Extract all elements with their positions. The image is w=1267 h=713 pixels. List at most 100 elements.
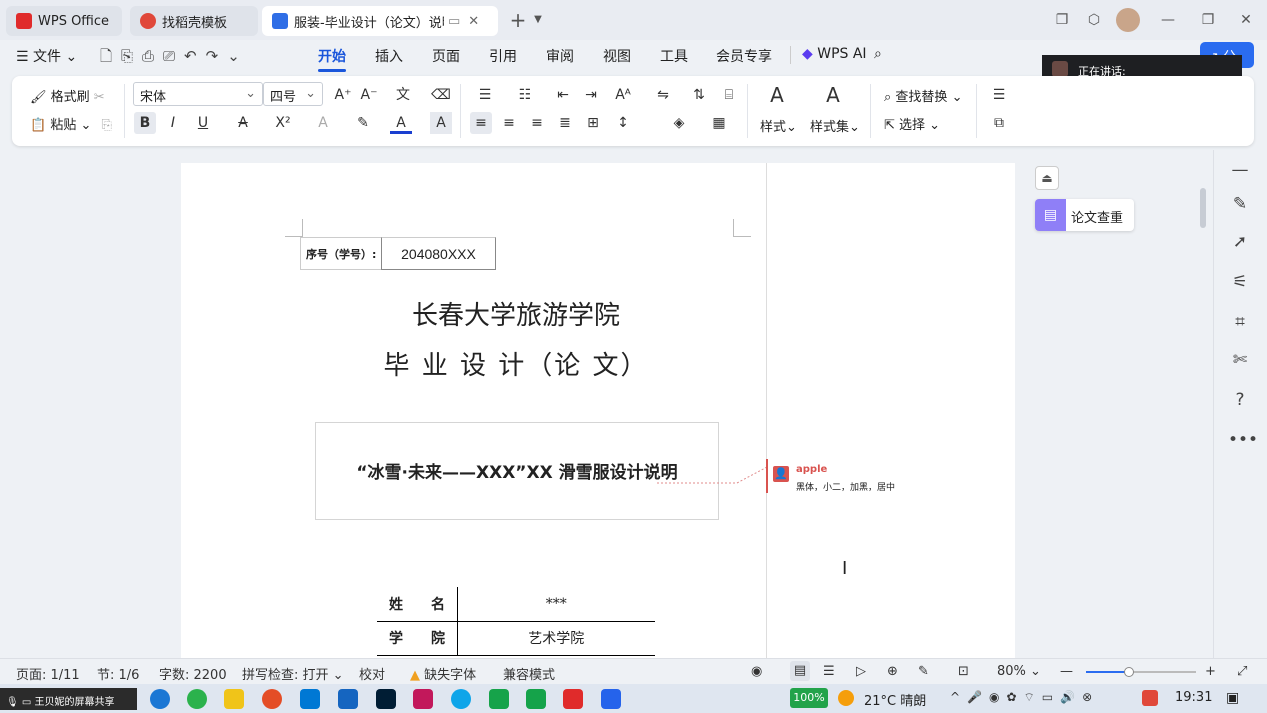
strikethrough-icon[interactable]: A (232, 112, 254, 134)
menu-tools[interactable]: 工具 (660, 46, 688, 66)
tab-template[interactable]: 找稻壳模板 (130, 6, 258, 36)
wechat-icon[interactable] (187, 689, 207, 709)
section-indicator[interactable]: 节: 1/6 (97, 664, 139, 683)
paragraph-settings-icon[interactable]: ☰ (988, 84, 1010, 106)
missing-font-button[interactable]: ▲ 缺失字体 (410, 664, 476, 683)
font-color-icon[interactable]: A (390, 112, 412, 134)
menu-review[interactable]: 审阅 (546, 46, 574, 66)
menu-page[interactable]: 页面 (432, 46, 460, 66)
store-icon[interactable] (300, 689, 320, 709)
serial-value[interactable]: 204080XXX (381, 237, 496, 270)
spell-check[interactable]: 拼写检查: 打开 ⌄ (242, 664, 344, 683)
image-edit-icon[interactable]: ⌗ (1228, 310, 1252, 334)
close-tab-icon[interactable]: ✕ (468, 14, 479, 29)
text-direction-icon[interactable]: ⇋ (652, 84, 674, 106)
tab-document[interactable]: 服装-毕业设计（论文）说明(2 ▭ ✕ (262, 6, 498, 36)
show-marks-icon[interactable]: ⌸ (718, 84, 740, 106)
menu-insert[interactable]: 插入 (375, 46, 403, 66)
phonetic-icon[interactable]: 文 (392, 84, 414, 106)
line-spacing-icon[interactable]: ↕ (612, 112, 634, 134)
new-tab-icon[interactable]: + (508, 10, 528, 30)
align-right-icon[interactable]: ≡ (526, 112, 548, 134)
select-button[interactable]: ⇱ 选择 ⌄ (884, 114, 940, 133)
zoom-level[interactable]: 80% ⌄ (997, 664, 1041, 679)
style-set-button[interactable]: 样式集⌄ (810, 116, 860, 135)
sliders-icon[interactable]: ⚟ (1228, 270, 1252, 294)
proof-button[interactable]: 校对 (359, 664, 385, 683)
style-button[interactable]: 样式⌄ (760, 116, 797, 135)
paste-button[interactable]: 📋 粘贴 ⌄ ⎘ (30, 114, 112, 133)
justify-icon[interactable]: ≣ (554, 112, 576, 134)
search-icon[interactable]: ⌕ (874, 46, 882, 62)
play-icon[interactable]: ▷ (856, 664, 866, 679)
underline-icon[interactable]: U (192, 112, 214, 134)
document-page[interactable]: 序号（学号）: 204080XXX 长春大学旅游学院 毕 业 设 计（论 文） … (181, 163, 766, 658)
battery-indicator[interactable]: 100% (790, 688, 828, 708)
numbered-list-icon[interactable]: ☷ (514, 84, 536, 106)
page-view-icon[interactable]: ▤ (790, 661, 810, 681)
notification-icon[interactable]: ▣ (1226, 690, 1239, 706)
edge-icon[interactable] (150, 689, 170, 709)
font-size-select[interactable]: 四号 ⌄ (263, 82, 323, 106)
change-case-icon[interactable]: A͏ᴬ (612, 84, 634, 106)
find-replace-button[interactable]: ⌕ 查找替换 ⌄ (884, 86, 962, 105)
word-count[interactable]: 字数: 2200 (159, 664, 227, 683)
decrease-indent-icon[interactable]: ⇤ (552, 84, 574, 106)
screen-share-indicator[interactable]: 🎙 ▭ 王贝妮的屏幕共享 (0, 688, 137, 710)
weather-text[interactable]: 21°C 晴朗 (864, 690, 926, 709)
window-layout-icon[interactable]: ❐ (1052, 10, 1072, 30)
fit-page-icon[interactable]: ⊡ (958, 664, 969, 679)
outline-view-icon[interactable]: ☰ (823, 664, 835, 679)
superscript-icon[interactable]: X² (272, 112, 294, 134)
avatar[interactable] (1116, 8, 1140, 32)
cube-icon[interactable]: ⬡ (1084, 10, 1104, 30)
eraser-icon[interactable]: ⌫ (430, 84, 452, 106)
quick-access-icons[interactable]: 🗋⎘⎙⎚↶↷⌄ (100, 46, 249, 71)
increase-indent-icon[interactable]: ⇥ (580, 84, 602, 106)
eye-icon[interactable]: ◉ (751, 664, 762, 679)
style-set-icon[interactable]: A (822, 84, 844, 106)
font-select[interactable]: 宋体 ⌄ (133, 82, 263, 106)
chevron-down-icon[interactable]: ▼ (528, 10, 548, 30)
translate-icon[interactable] (526, 689, 546, 709)
highlight-icon[interactable]: ✎ (352, 112, 374, 134)
char-shading-icon[interactable]: A (430, 112, 452, 134)
shading-icon[interactable]: ◈ (668, 112, 690, 134)
page-indicator[interactable]: 页面: 1/11 (16, 664, 80, 683)
zoom-out-icon[interactable]: — (1060, 664, 1073, 679)
sort-icon[interactable]: ⇅ (688, 84, 710, 106)
text-effect-icon[interactable]: A (312, 112, 334, 134)
folder-icon[interactable] (224, 689, 244, 709)
college-value[interactable]: 艺术学院 (457, 621, 655, 656)
screen-icon[interactable]: ▭ (448, 14, 460, 29)
help-icon[interactable]: ? (1228, 388, 1252, 412)
border-icon[interactable]: ▦ (708, 112, 730, 134)
collapse-panel-icon[interactable]: — (1228, 158, 1252, 182)
zoom-slider-thumb[interactable] (1124, 667, 1134, 677)
collapse-icon[interactable]: ⏏ (1035, 166, 1059, 190)
more-icon[interactable]: ••• (1228, 428, 1258, 452)
fullscreen-icon[interactable]: ⤢ (1237, 664, 1247, 679)
menu-wps-ai[interactable]: ◆ WPS AI (802, 46, 867, 62)
browser-icon[interactable] (451, 689, 471, 709)
photoshop-icon[interactable] (376, 689, 396, 709)
tools-icon[interactable]: ✄ (1228, 348, 1252, 372)
web-view-icon[interactable]: ⊕ (887, 664, 898, 679)
shrink-font-icon[interactable]: A⁻ (358, 84, 380, 106)
shape-icon[interactable]: ⧉ (988, 112, 1010, 134)
chat-icon[interactable] (489, 689, 509, 709)
menu-view[interactable]: 视图 (603, 46, 631, 66)
scissors-icon[interactable]: ✂ (94, 90, 105, 105)
menu-vip[interactable]: 会员专享 (716, 46, 772, 66)
pen-icon[interactable]: ✎ (1228, 192, 1252, 216)
align-left-icon[interactable]: ≡ (470, 112, 492, 134)
copy-icon[interactable]: ⎘ (102, 118, 112, 133)
minimize-icon[interactable]: — (1158, 10, 1178, 30)
grow-font-icon[interactable]: A⁺ (332, 84, 354, 106)
bold-icon[interactable]: B (134, 112, 156, 134)
app-icon[interactable] (338, 689, 358, 709)
scroll-thumb[interactable] (1200, 188, 1206, 228)
edit-icon[interactable]: ✎ (918, 664, 929, 679)
align-center-icon[interactable]: ≡ (498, 112, 520, 134)
paper-check-button[interactable]: ▤ 论文查重 (1035, 199, 1134, 231)
